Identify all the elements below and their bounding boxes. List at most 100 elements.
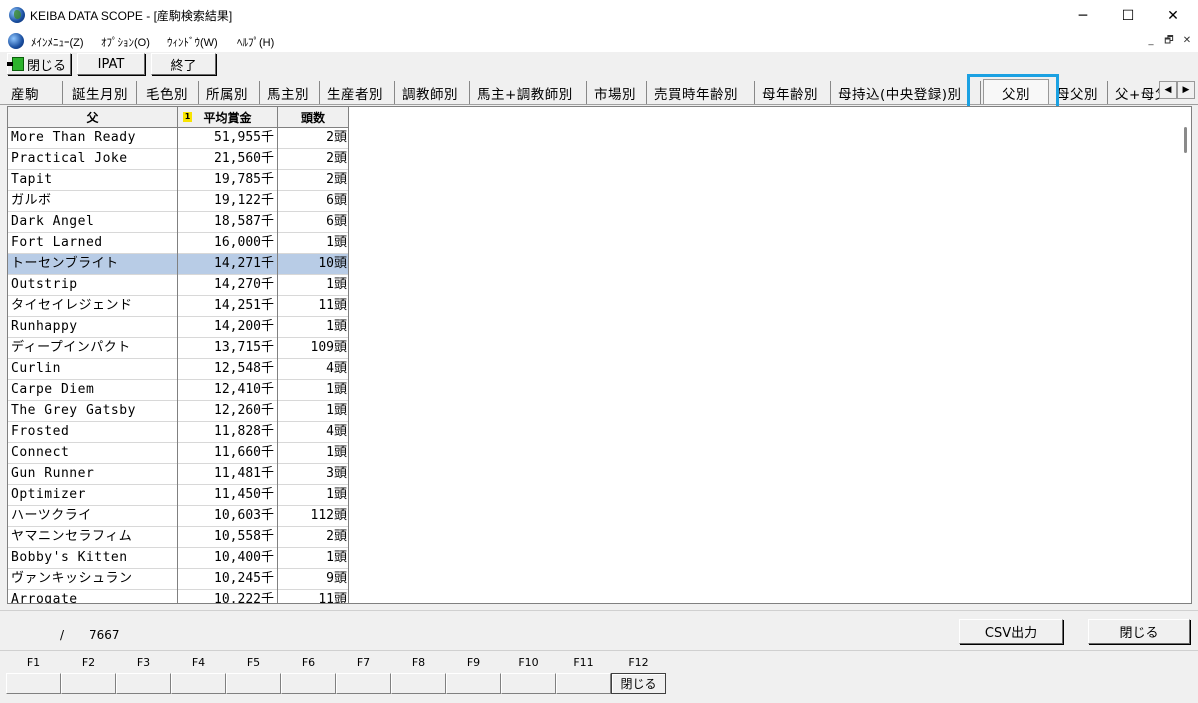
cell-avg-prize: 12,548千 [178,359,278,380]
fkey-label-f3: F3 [136,656,151,669]
table-row[interactable]: トーセンブライト 14,271千 10頭 [8,254,349,275]
tab-sire[interactable]: 父別 [983,79,1049,104]
cell-sire: ディープインパクト [8,338,178,359]
exit-door-icon [6,57,24,71]
table-row[interactable]: More Than Ready 51,955千 2頭 [8,128,349,149]
vertical-scrollbar[interactable] [1182,107,1191,603]
cell-sire: Bobby's Kitten [8,548,178,569]
csv-export-button[interactable]: CSV出力 [959,619,1063,644]
table-row[interactable]: Arrogate 10,222千 11頭 [8,590,349,603]
mdi-minimize-button[interactable]: _ [1143,34,1159,49]
fkey-button-f5[interactable] [226,673,281,694]
menu-help[interactable]: ﾍﾙﾌﾟ(H) [237,34,274,50]
exit-button[interactable]: 終了 [151,53,216,75]
fkey-button-f3[interactable] [116,673,171,694]
bottom-close-button[interactable]: 閉じる [1088,619,1190,644]
cell-sire: Frosted [8,422,178,443]
cell-avg-prize: 14,200千 [178,317,278,338]
table-row[interactable]: ガルボ 19,122千 6頭 [8,191,349,212]
fkey-button-f7[interactable] [336,673,391,694]
tab-breeder[interactable]: 生産者別 [324,81,395,104]
mdi-restore-button[interactable]: 🗗 [1161,34,1177,49]
close-window-button[interactable]: ✕ [1150,0,1196,31]
header-avg-prize[interactable]: 平均賞金 [178,107,278,128]
tab-sanku[interactable]: 産駒 [8,81,63,104]
header-sire[interactable]: 父 [8,107,178,128]
cell-sire: The Grey Gatsby [8,401,178,422]
tab-dam-age[interactable]: 母年齢別 [759,81,831,104]
record-separator: / [60,628,65,642]
maximize-button[interactable]: ☐ [1105,0,1151,31]
fkey-button-f1[interactable] [6,673,61,694]
close-button[interactable]: 閉じる [6,53,71,75]
table-row[interactable]: ヴァンキッシュラン 10,245千 9頭 [8,569,349,590]
table-row[interactable]: Dark Angel 18,587千 6頭 [8,212,349,233]
fkey-button-f4[interactable] [171,673,226,694]
results-grid: 父 平均賞金 頭数 1 More Than Ready 51,955千 2頭 Prac… [8,107,349,603]
menu-main[interactable]: ﾒｲﾝﾒﾆｭｰ(Z) [31,34,84,50]
fkey-button-f12[interactable]: 閉じる [611,673,666,694]
minimize-button[interactable]: ─ [1060,0,1106,31]
table-row[interactable]: タイセイレジェンド 14,251千 11頭 [8,296,349,317]
status-bar: / 7667 CSV出力 閉じる [0,610,1198,650]
table-row[interactable]: Practical Joke 21,560千 2頭 [8,149,349,170]
fkey-label-f4: F4 [191,656,206,669]
cell-count: 3頭 [278,464,349,485]
table-row[interactable]: ヤマニンセラフィム 10,558千 2頭 [8,527,349,548]
tab-sale-age[interactable]: 売買時年齢別 [651,81,755,104]
cell-count: 1頭 [278,380,349,401]
table-row[interactable]: Frosted 11,828千 4頭 [8,422,349,443]
tab-dam-import[interactable]: 母持込(中央登録)別 [835,81,981,104]
fkey-button-f9[interactable] [446,673,501,694]
table-row[interactable]: Tapit 19,785千 2頭 [8,170,349,191]
mdi-globe-icon[interactable] [8,33,24,49]
cell-avg-prize: 21,560千 [178,149,278,170]
menu-window[interactable]: ｳｨﾝﾄﾞｳ(W) [167,34,218,50]
tab-scroll-right-button[interactable]: ▶ [1177,81,1195,99]
table-row[interactable]: Carpe Diem 12,410千 1頭 [8,380,349,401]
cell-avg-prize: 16,000千 [178,233,278,254]
fkey-button-f2[interactable] [61,673,116,694]
tab-sire-bms[interactable]: 父+母父 [1112,81,1160,104]
header-count[interactable]: 頭数 [278,107,349,128]
table-row[interactable]: The Grey Gatsby 12,260千 1頭 [8,401,349,422]
table-row[interactable]: ディープインパクト 13,715千 109頭 [8,338,349,359]
cell-count: 4頭 [278,422,349,443]
tab-broodmare-sire[interactable]: 母父別 [1053,81,1108,104]
tab-trainer[interactable]: 調教師別 [399,81,470,104]
table-row[interactable]: Optimizer 11,450千 1頭 [8,485,349,506]
cell-sire: Curlin [8,359,178,380]
cell-count: 2頭 [278,128,349,149]
tab-market[interactable]: 市場別 [591,81,647,104]
scroll-thumb[interactable] [1184,127,1187,153]
sort-order-badge: 1 [183,112,192,122]
table-row[interactable]: Outstrip 14,270千 1頭 [8,275,349,296]
fkey-button-f10[interactable] [501,673,556,694]
mdi-close-button[interactable]: ✕ [1179,34,1195,49]
table-row[interactable]: Connect 11,660千 1頭 [8,443,349,464]
tab-birth-month[interactable]: 誕生月別 [69,81,137,104]
tab-owner[interactable]: 馬主別 [264,81,320,104]
tab-owner-trainer[interactable]: 馬主+調教師別 [474,81,587,104]
ipat-button[interactable]: IPAT [77,53,145,75]
table-row[interactable]: ハーツクライ 10,603千 112頭 [8,506,349,527]
cell-avg-prize: 10,558千 [178,527,278,548]
tab-affiliation[interactable]: 所属別 [203,81,260,104]
title-bar: KEIBA DATA SCOPE - [産駒検索結果] ─ ☐ ✕ [0,0,1198,31]
cell-avg-prize: 12,410千 [178,380,278,401]
fkey-button-f11[interactable] [556,673,611,694]
table-row[interactable]: Curlin 12,548千 4頭 [8,359,349,380]
tab-scroll-left-button[interactable]: ◀ [1159,81,1177,99]
cell-avg-prize: 14,271千 [178,254,278,275]
table-row[interactable]: Fort Larned 16,000千 1頭 [8,233,349,254]
record-total: 7667 [89,628,120,642]
cell-sire: Optimizer [8,485,178,506]
table-row[interactable]: Gun Runner 11,481千 3頭 [8,464,349,485]
table-row[interactable]: Runhappy 14,200千 1頭 [8,317,349,338]
fkey-button-f6[interactable] [281,673,336,694]
tab-coat-color[interactable]: 毛色別 [143,81,199,104]
results-panel: 父 平均賞金 頭数 1 More Than Ready 51,955千 2頭 Prac… [7,106,1192,604]
menu-options[interactable]: ｵﾌﾟｼｮﾝ(O) [101,34,150,50]
fkey-button-f8[interactable] [391,673,446,694]
table-row[interactable]: Bobby's Kitten 10,400千 1頭 [8,548,349,569]
